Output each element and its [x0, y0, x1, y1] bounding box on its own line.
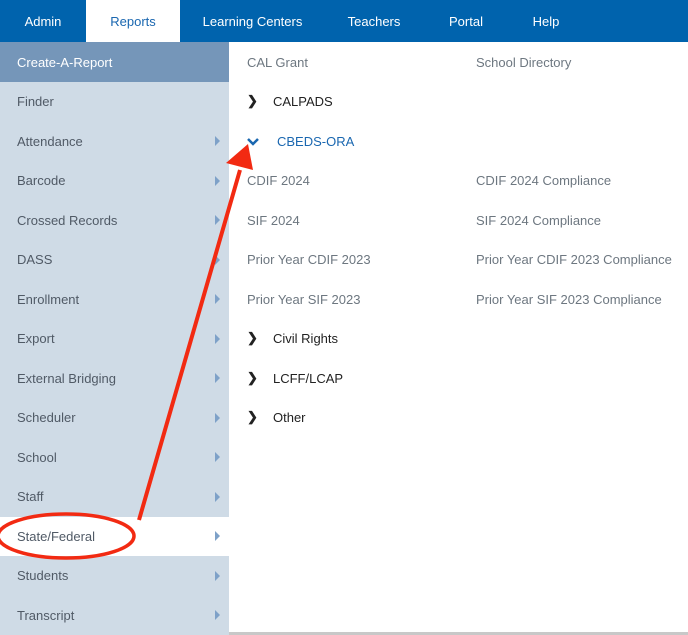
- link-prior-year-cdif-2023[interactable]: Prior Year CDIF 2023: [247, 249, 371, 269]
- sidebar-item-export[interactable]: Export: [0, 319, 229, 359]
- sidebar-item-label: Enrollment: [17, 291, 80, 307]
- group-calpads[interactable]: ❯ CALPADS: [247, 91, 333, 111]
- tab-admin[interactable]: Admin: [0, 0, 86, 42]
- sidebar-item-attendance[interactable]: Attendance: [0, 122, 229, 162]
- caret-right-icon: [215, 333, 220, 344]
- caret-right-icon: [215, 175, 220, 186]
- sidebar-item-staff[interactable]: Staff: [0, 477, 229, 517]
- caret-right-icon: [215, 570, 220, 581]
- caret-right-icon: [215, 491, 220, 502]
- sidebar-item-label: External Bridging: [17, 370, 116, 386]
- sidebar-item-label: DASS: [17, 252, 53, 268]
- sidebar-item-label: Transcript: [17, 607, 75, 623]
- link-cdif-2024-compliance[interactable]: CDIF 2024 Compliance: [476, 170, 611, 190]
- sidebar-item-dass[interactable]: DASS: [0, 240, 229, 280]
- sidebar-item-label: School: [17, 449, 57, 465]
- sidebar-item-transcript[interactable]: Transcript: [0, 596, 229, 635]
- caret-right-icon: [215, 452, 220, 463]
- group-cbeds-ora[interactable]: CBEDS-ORA: [247, 131, 354, 151]
- sidebar-item-label: Staff: [17, 489, 44, 505]
- sidebar-item-scheduler[interactable]: Scheduler: [0, 398, 229, 438]
- caret-right-icon: [215, 136, 220, 147]
- sidebar-item-label: Export: [17, 331, 55, 347]
- chevron-right-icon: ❯: [247, 370, 258, 385]
- link-sif-2024-compliance[interactable]: SIF 2024 Compliance: [476, 210, 601, 230]
- link-prior-year-cdif-2023-compliance[interactable]: Prior Year CDIF 2023 Compliance: [476, 249, 672, 269]
- sidebar-item-label: Attendance: [17, 133, 83, 149]
- sidebar-item-label: Barcode: [17, 173, 66, 189]
- link-prior-year-sif-2023-compliance[interactable]: Prior Year SIF 2023 Compliance: [476, 289, 662, 309]
- sidebar-item-school[interactable]: School: [0, 438, 229, 478]
- sidebar-item-label: Create-A-Report: [17, 54, 113, 70]
- tab-teachers[interactable]: Teachers: [325, 0, 423, 42]
- link-cal-grant[interactable]: CAL Grant: [247, 52, 308, 72]
- group-label: Other: [273, 409, 306, 425]
- caret-right-icon: [215, 412, 220, 423]
- sidebar-item-label: Scheduler: [17, 410, 76, 426]
- link-prior-year-sif-2023[interactable]: Prior Year SIF 2023: [247, 289, 360, 309]
- reports-sidebar: Create-A-Report Finder Attendance Barcod…: [0, 42, 229, 635]
- top-navigation: Admin Reports Learning Centers Teachers …: [0, 0, 688, 42]
- chevron-right-icon: ❯: [247, 93, 258, 108]
- caret-right-icon: [215, 254, 220, 265]
- sidebar-item-barcode[interactable]: Barcode: [0, 161, 229, 201]
- tab-help[interactable]: Help: [509, 0, 583, 42]
- link-school-directory[interactable]: School Directory: [476, 52, 571, 72]
- group-other[interactable]: ❯ Other: [247, 407, 306, 427]
- group-label: CALPADS: [273, 93, 333, 109]
- sidebar-item-students[interactable]: Students: [0, 556, 229, 596]
- sidebar-item-label: Crossed Records: [17, 212, 118, 228]
- sidebar-item-finder[interactable]: Finder: [0, 82, 229, 122]
- chevron-down-icon: [247, 134, 261, 149]
- caret-right-icon: [215, 215, 220, 226]
- sidebar-item-external-bridging[interactable]: External Bridging: [0, 359, 229, 399]
- sidebar-item-enrollment[interactable]: Enrollment: [0, 280, 229, 320]
- sidebar-item-label: Finder: [17, 94, 54, 110]
- chevron-right-icon: ❯: [247, 330, 258, 345]
- group-label: LCFF/LCAP: [273, 370, 344, 386]
- group-civil-rights[interactable]: ❯ Civil Rights: [247, 328, 338, 348]
- report-submenu: CAL Grant School Directory ❯ CALPADS CBE…: [229, 42, 688, 635]
- caret-right-icon: [215, 294, 220, 305]
- group-lcff-lcap[interactable]: ❯ LCFF/LCAP: [247, 368, 343, 388]
- link-sif-2024[interactable]: SIF 2024: [247, 210, 300, 230]
- tab-learning-centers[interactable]: Learning Centers: [180, 0, 325, 42]
- sidebar-item-label: State/Federal: [17, 528, 96, 544]
- caret-right-icon: [215, 373, 220, 384]
- sidebar-item-label: Students: [17, 568, 69, 584]
- sidebar-item-state-federal[interactable]: State/Federal: [0, 516, 229, 556]
- link-cdif-2024[interactable]: CDIF 2024: [247, 170, 310, 190]
- group-label: Civil Rights: [273, 330, 339, 346]
- sidebar-item-create-a-report[interactable]: Create-A-Report: [0, 42, 229, 82]
- sidebar-item-crossed-records[interactable]: Crossed Records: [0, 201, 229, 241]
- group-label: CBEDS-ORA: [277, 133, 355, 149]
- tab-reports[interactable]: Reports: [86, 0, 180, 42]
- caret-right-icon: [215, 531, 220, 542]
- tab-portal[interactable]: Portal: [423, 0, 509, 42]
- chevron-right-icon: ❯: [247, 409, 258, 424]
- caret-right-icon: [215, 610, 220, 621]
